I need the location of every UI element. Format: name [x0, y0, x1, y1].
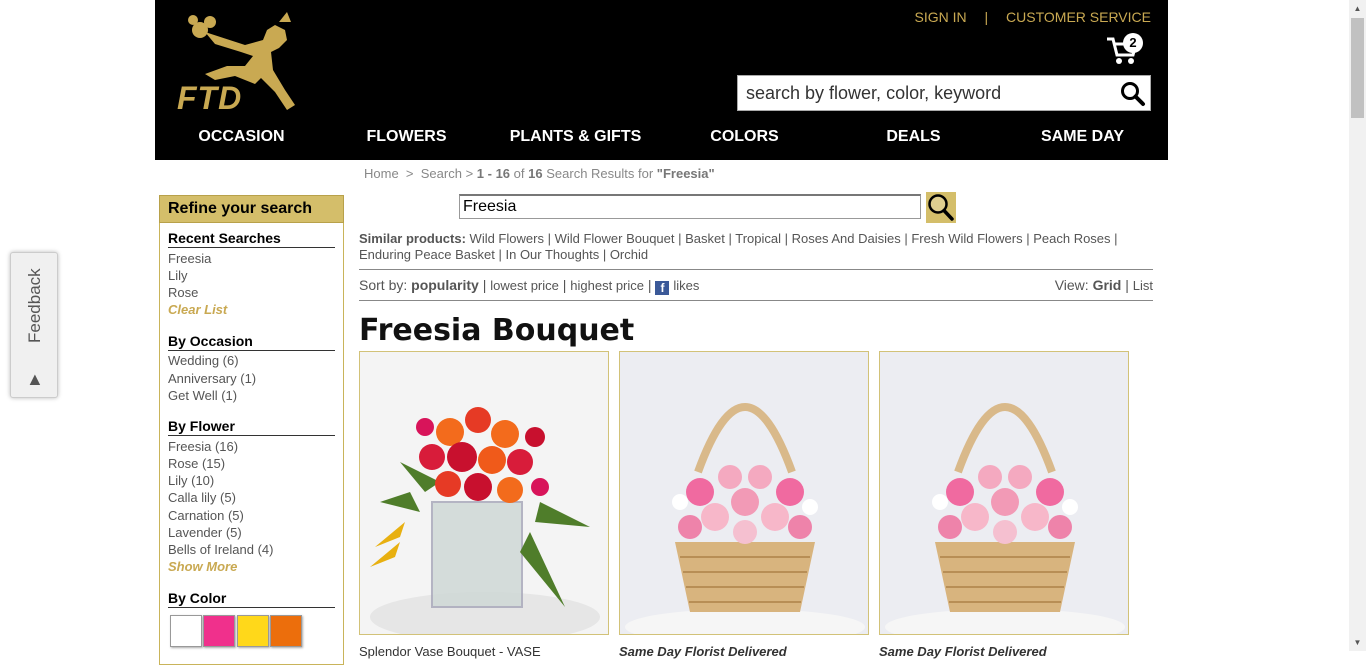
- arrow-up-icon: ▲: [26, 369, 44, 389]
- sign-in-link[interactable]: SIGN IN: [914, 9, 966, 25]
- similar-product-link[interactable]: Wild Flower Bouquet: [555, 231, 675, 246]
- recent-search-item[interactable]: Lily: [168, 268, 188, 283]
- search-icon[interactable]: [926, 192, 956, 223]
- product-card-image[interactable]: [879, 351, 1129, 635]
- similar-product-link[interactable]: In Our Thoughts: [505, 247, 599, 262]
- sort-label: Sort by:: [359, 277, 408, 293]
- product-name[interactable]: Same Day Florist Delivered: [879, 644, 1129, 659]
- occasion-filter-item[interactable]: Wedding (6): [168, 353, 239, 368]
- breadcrumb-separator: >: [465, 166, 474, 181]
- result-label: Search Results for: [546, 166, 654, 181]
- customer-service-link[interactable]: CUSTOMER SERVICE: [1006, 9, 1151, 25]
- similar-products-label: Similar products:: [359, 231, 466, 246]
- by-color-title: By Color: [168, 590, 335, 608]
- feedback-tab[interactable]: Feedback ▲: [10, 252, 58, 398]
- site-header: FTD SIGN IN | CUSTOMER SERVICE 2 OCCASIO…: [155, 0, 1168, 160]
- divider: [359, 300, 1153, 301]
- breadcrumb-search[interactable]: Search: [421, 166, 462, 181]
- similar-product-link[interactable]: Basket: [685, 231, 725, 246]
- view-list[interactable]: List: [1133, 278, 1153, 293]
- result-of: of: [513, 166, 525, 181]
- similar-product-link[interactable]: Enduring Peace Basket: [359, 247, 495, 262]
- sort-lowest-price[interactable]: lowest price: [490, 278, 559, 293]
- similar-product-link[interactable]: Wild Flowers: [470, 231, 544, 246]
- color-swatch-white[interactable]: [170, 615, 202, 647]
- sort-popularity[interactable]: popularity: [411, 277, 479, 293]
- sort-bar: Sort by: popularity | lowest price | hig…: [359, 277, 700, 295]
- recent-search-item[interactable]: Freesia: [168, 251, 211, 266]
- color-swatch-pink[interactable]: [203, 615, 235, 647]
- nav-same-day[interactable]: SAME DAY: [998, 128, 1167, 146]
- flower-filter-item[interactable]: Lily (10): [168, 473, 214, 488]
- sort-likes[interactable]: likes: [673, 278, 699, 293]
- header-search: [737, 75, 1151, 111]
- nav-plants-gifts[interactable]: PLANTS & GIFTS: [491, 128, 660, 146]
- by-flower-title: By Flower: [168, 418, 335, 436]
- result-range: 1 - 16: [476, 166, 511, 181]
- scroll-up-arrow-icon[interactable]: ▲: [1349, 0, 1366, 17]
- top-link-separator: |: [984, 9, 989, 25]
- refine-header: Refine your search: [159, 195, 344, 223]
- clear-list-link[interactable]: Clear List: [168, 302, 227, 317]
- feedback-label: Feedback: [25, 268, 44, 343]
- ftd-logo-text: FTD: [177, 80, 243, 116]
- nav-flowers[interactable]: FLOWERS: [322, 128, 491, 146]
- flower-filter-item[interactable]: Calla lily (5): [168, 490, 236, 505]
- breadcrumb-home[interactable]: Home: [364, 166, 399, 181]
- view-grid[interactable]: Grid: [1093, 277, 1122, 293]
- recent-search-item[interactable]: Rose: [168, 285, 198, 300]
- show-more-link[interactable]: Show More: [168, 559, 237, 574]
- top-links: SIGN IN | CUSTOMER SERVICE: [914, 9, 1151, 25]
- flower-filter-item[interactable]: Freesia (16): [168, 439, 238, 454]
- main-nav: OCCASION FLOWERS PLANTS & GIFTS COLORS D…: [155, 128, 1168, 154]
- flower-filter-item[interactable]: Carnation (5): [168, 508, 244, 523]
- similar-product-link[interactable]: Fresh Wild Flowers: [911, 231, 1022, 246]
- product-card-image[interactable]: [359, 351, 609, 635]
- flower-filter-item[interactable]: Lavender (5): [168, 525, 242, 540]
- product-card-image[interactable]: [619, 351, 869, 635]
- results-search-input[interactable]: [459, 194, 921, 219]
- breadcrumb-separator: >: [405, 166, 414, 181]
- recent-searches-title: Recent Searches: [168, 230, 335, 248]
- view-toggle: View: Grid | List: [1054, 277, 1153, 293]
- nav-colors[interactable]: COLORS: [660, 128, 829, 146]
- breadcrumb: Home > Search > 1 - 16 of 16 Search Resu…: [364, 166, 715, 181]
- similar-product-link[interactable]: Orchid: [610, 247, 648, 262]
- color-swatch-yellow[interactable]: [237, 615, 269, 647]
- nav-deals[interactable]: DEALS: [829, 128, 998, 146]
- color-swatch-orange[interactable]: [270, 615, 302, 647]
- view-label: View:: [1054, 277, 1089, 293]
- product-name[interactable]: Splendor Vase Bouquet - VASE: [359, 644, 609, 659]
- similar-product-link[interactable]: Roses And Daisies: [792, 231, 901, 246]
- divider: [359, 269, 1153, 270]
- occasion-filter-item[interactable]: Anniversary (1): [168, 371, 256, 386]
- flower-filter-item[interactable]: Rose (15): [168, 456, 225, 471]
- result-query: "Freesia": [656, 166, 715, 181]
- occasion-filter-item[interactable]: Get Well (1): [168, 388, 237, 403]
- sort-highest-price[interactable]: highest price: [570, 278, 644, 293]
- facebook-icon: f: [655, 281, 670, 295]
- scrollbar-thumb[interactable]: [1351, 18, 1364, 118]
- similar-product-link[interactable]: Tropical: [735, 231, 781, 246]
- search-icon[interactable]: [1120, 81, 1146, 107]
- similar-product-link[interactable]: Peach Roses: [1033, 231, 1110, 246]
- similar-products: Similar products: Wild Flowers | Wild Fl…: [359, 231, 1118, 262]
- header-search-input[interactable]: [738, 76, 1108, 110]
- nav-occasion[interactable]: OCCASION: [157, 128, 326, 146]
- result-total: 16: [528, 166, 543, 181]
- flower-filter-item[interactable]: Bells of Ireland (4): [168, 542, 274, 557]
- product-name[interactable]: Same Day Florist Delivered: [619, 644, 869, 659]
- by-occasion-title: By Occasion: [168, 333, 335, 351]
- cart-count-badge: 2: [1123, 33, 1143, 53]
- scroll-down-arrow-icon[interactable]: ▼: [1349, 634, 1366, 651]
- results-heading: Freesia Bouquet: [359, 313, 635, 348]
